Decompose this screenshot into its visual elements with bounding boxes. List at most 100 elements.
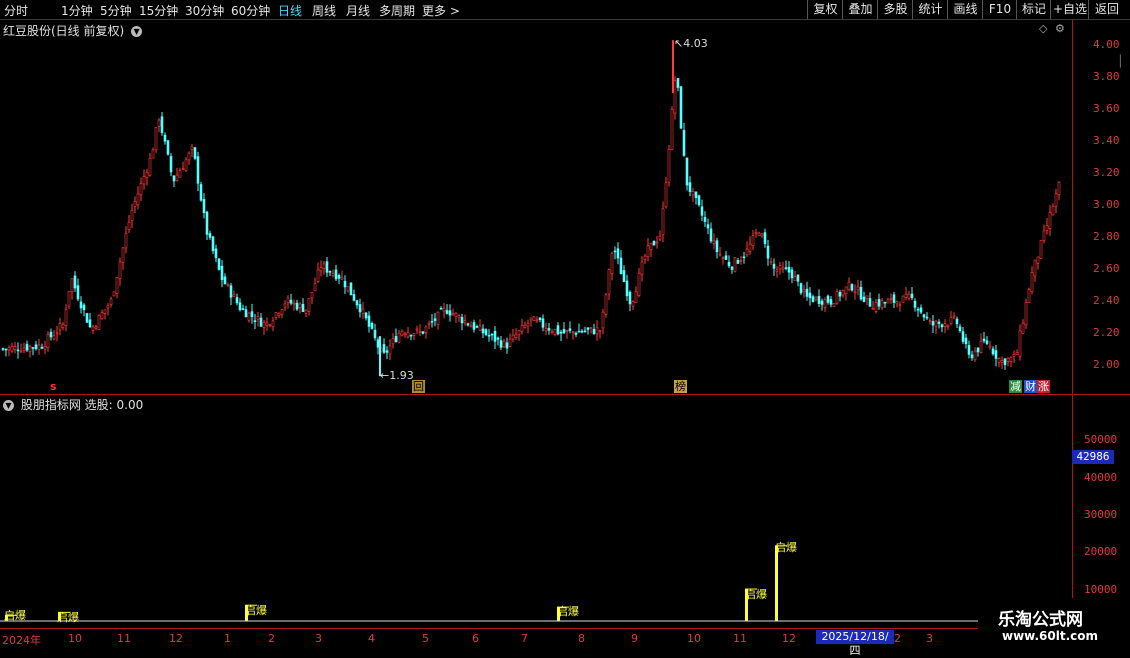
candle-body <box>832 303 836 308</box>
period-weekly[interactable]: 周线 <box>312 2 336 19</box>
candle-body <box>1012 354 1016 357</box>
candle-body <box>883 301 887 304</box>
candle-body <box>91 326 95 331</box>
candle-body <box>37 344 41 350</box>
candle-body <box>802 289 806 293</box>
period-5min[interactable]: 5分钟 <box>100 2 132 19</box>
price-tick: 3.60 <box>1093 102 1120 115</box>
candle-body <box>586 327 590 330</box>
period-monthly[interactable]: 月线 <box>346 2 370 19</box>
candle-body <box>523 324 527 328</box>
candle-body <box>298 303 302 308</box>
signal-label: 启爆 <box>57 611 79 624</box>
candle-body <box>424 326 428 333</box>
candle-body <box>325 261 329 273</box>
period-fenshi[interactable]: 分时 <box>4 2 28 19</box>
period-30min[interactable]: 30分钟 <box>185 2 224 19</box>
candle-body <box>829 299 833 305</box>
cai-badge[interactable]: 财 <box>1024 380 1037 393</box>
candle-body <box>13 346 17 350</box>
candle-body <box>490 333 494 336</box>
candle-body <box>769 261 773 264</box>
period-multi[interactable]: 多周期 <box>379 2 415 19</box>
candle-body <box>1024 302 1028 326</box>
multi-stock-button[interactable]: 多股 <box>877 0 913 19</box>
candle-body <box>667 148 671 183</box>
candle-body <box>823 299 827 308</box>
candle-body <box>85 313 89 323</box>
candle-body <box>82 304 86 311</box>
candle-body <box>649 242 653 250</box>
price-tick: 2.80 <box>1093 230 1120 243</box>
f10-button[interactable]: F10 <box>982 0 1017 19</box>
period-daily[interactable]: 日线 <box>278 2 302 19</box>
candle-body <box>73 275 77 289</box>
period-60min[interactable]: 60分钟 <box>231 2 270 19</box>
candlestick-chart[interactable] <box>0 20 1072 394</box>
candle-body <box>913 300 917 308</box>
date-cursor-label: 2025/12/18/四 <box>816 630 894 657</box>
draw-line-button[interactable]: 画线 <box>947 0 983 19</box>
candle-body <box>157 119 161 127</box>
s-badge[interactable]: s <box>49 380 58 393</box>
restore-rights-button[interactable]: 复权 <box>807 0 843 19</box>
price-tick: 3.00 <box>1093 198 1120 211</box>
candle-body <box>919 307 923 313</box>
jian-badge[interactable]: 减 <box>1009 380 1022 393</box>
candle-body <box>634 291 638 304</box>
candle-body <box>358 304 362 313</box>
candle-body <box>943 323 947 327</box>
add-watchlist-button[interactable]: +自选 <box>1050 0 1089 19</box>
candle-body <box>385 350 389 353</box>
candle-body <box>88 319 92 328</box>
mark-button[interactable]: 标记 <box>1016 0 1051 19</box>
candle-body <box>496 337 500 340</box>
candle-body <box>292 302 296 305</box>
candle-body <box>145 172 149 178</box>
signal-label: 启爆 <box>4 609 26 622</box>
candle-body <box>430 320 434 323</box>
candle-body <box>892 294 896 303</box>
candle-body <box>712 240 716 244</box>
settings-icon[interactable]: ⚙ <box>1055 22 1065 35</box>
back-button[interactable]: 返回 <box>1088 0 1125 19</box>
candle-body <box>268 324 272 327</box>
candle-body <box>502 340 506 348</box>
candle-body <box>601 311 605 329</box>
candle-body <box>1006 358 1010 362</box>
candle-body <box>220 265 224 281</box>
candle-body <box>754 232 758 234</box>
candle-body <box>1051 206 1055 216</box>
period-1min[interactable]: 1分钟 <box>61 2 93 19</box>
period-more[interactable]: 更多 > <box>422 2 460 19</box>
date-label: 1 <box>224 632 231 645</box>
candle-body <box>127 221 131 231</box>
candle-body <box>115 277 119 294</box>
diamond-icon[interactable]: ◇ <box>1039 22 1047 35</box>
candle-body <box>721 257 725 259</box>
candle-body <box>94 326 98 329</box>
price-panel-title[interactable]: 红豆股份(日线 前复权) ▼ <box>3 22 143 39</box>
candle-body <box>910 293 914 298</box>
candle-body <box>367 315 371 327</box>
indicator-chart[interactable] <box>0 395 1072 628</box>
candle-body <box>466 323 470 326</box>
overlay-button[interactable]: 叠加 <box>842 0 878 19</box>
current-value-tag: 42986 <box>1072 450 1114 464</box>
period-15min[interactable]: 15分钟 <box>139 2 178 19</box>
candle-body <box>196 156 200 184</box>
candle-body <box>838 291 842 297</box>
hui-badge[interactable]: 回 <box>412 380 425 393</box>
bang-badge[interactable]: 榜 <box>674 380 687 393</box>
indicator-tick: 10000 <box>1084 583 1118 596</box>
candle-body <box>541 318 545 328</box>
candle-body <box>700 206 704 216</box>
candle-body <box>214 248 218 259</box>
statistics-button[interactable]: 统计 <box>912 0 948 19</box>
candle-body <box>343 280 347 288</box>
candle-body <box>64 309 68 326</box>
candle-body <box>646 245 650 257</box>
zhang-badge[interactable]: 涨 <box>1037 380 1050 393</box>
chevron-down-icon[interactable]: ▼ <box>131 26 143 37</box>
candle-body <box>460 316 464 324</box>
